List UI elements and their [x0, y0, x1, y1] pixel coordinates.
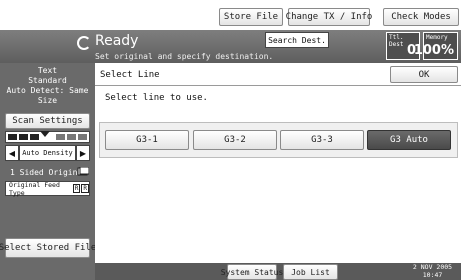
- check-modes-button[interactable]: Check Modes: [383, 8, 459, 26]
- memory-value: 100%: [413, 43, 454, 58]
- scan-mode-info: Text Standard Auto Detect: Same Size: [0, 66, 95, 106]
- density-cell: [78, 134, 87, 140]
- line-option-g3-1[interactable]: G3-1: [105, 130, 189, 150]
- original-feed-type-button[interactable]: Original Feed Type R R: [5, 180, 90, 197]
- original-feed-type-label: Original Feed Type: [9, 180, 60, 197]
- system-status-button[interactable]: System Status: [221, 264, 283, 280]
- auto-density-button[interactable]: Auto Density: [19, 145, 76, 161]
- status-subtitle: Set original and specify destination.: [95, 52, 274, 61]
- job-list-button[interactable]: Job List: [283, 264, 338, 280]
- ok-button[interactable]: OK: [390, 66, 458, 83]
- density-cell: [56, 134, 65, 140]
- divider: [95, 85, 461, 86]
- line-option-g3-auto[interactable]: G3 Auto: [367, 130, 451, 150]
- scan-mode-text: Text: [37, 66, 58, 75]
- dialog-message: Select line to use.: [105, 93, 208, 103]
- original-page-icon: [77, 167, 89, 176]
- feed-type-icon: R: [72, 184, 81, 193]
- search-dest-button[interactable]: Search Dest.: [265, 32, 329, 48]
- feed-type-icon: R: [81, 184, 89, 193]
- scan-mode-size: Auto Detect: Same Size: [6, 86, 89, 105]
- date-text: 2 NOV 2005: [412, 263, 453, 271]
- density-cell: [19, 134, 28, 140]
- top-left-blank: [0, 0, 95, 30]
- memory-counter: Memory 100%: [414, 32, 458, 60]
- density-cell: [67, 134, 76, 140]
- ready-icon: [77, 36, 91, 50]
- fax-screen: Store File Change TX / Info Check Modes …: [0, 0, 461, 280]
- line-option-g3-2[interactable]: G3-2: [193, 130, 277, 150]
- time-text: 10:47: [422, 271, 443, 279]
- density-cell: [8, 134, 17, 140]
- scan-mode-resolution: Standard: [28, 76, 67, 85]
- change-tx-info-button[interactable]: Change TX / Info: [286, 8, 372, 26]
- scan-settings-button[interactable]: Scan Settings: [5, 113, 90, 129]
- density-cell: [30, 134, 39, 140]
- line-option-g3-3[interactable]: G3-3: [280, 130, 364, 150]
- sided-original-label: 1 Sided Original: [10, 168, 88, 177]
- select-stored-file-button[interactable]: Select Stored File: [0, 238, 96, 258]
- memory-label: Memory: [426, 34, 448, 41]
- store-file-button[interactable]: Store File: [219, 8, 283, 26]
- status-text: Ready: [95, 33, 139, 49]
- date-time-display: 2 NOV 2005 10:47: [404, 263, 461, 279]
- dialog-title: Select Line: [100, 70, 160, 80]
- density-lighter-button[interactable]: ◀: [5, 145, 19, 161]
- density-darker-button[interactable]: ▶: [76, 145, 90, 161]
- density-marker-icon: [40, 131, 50, 137]
